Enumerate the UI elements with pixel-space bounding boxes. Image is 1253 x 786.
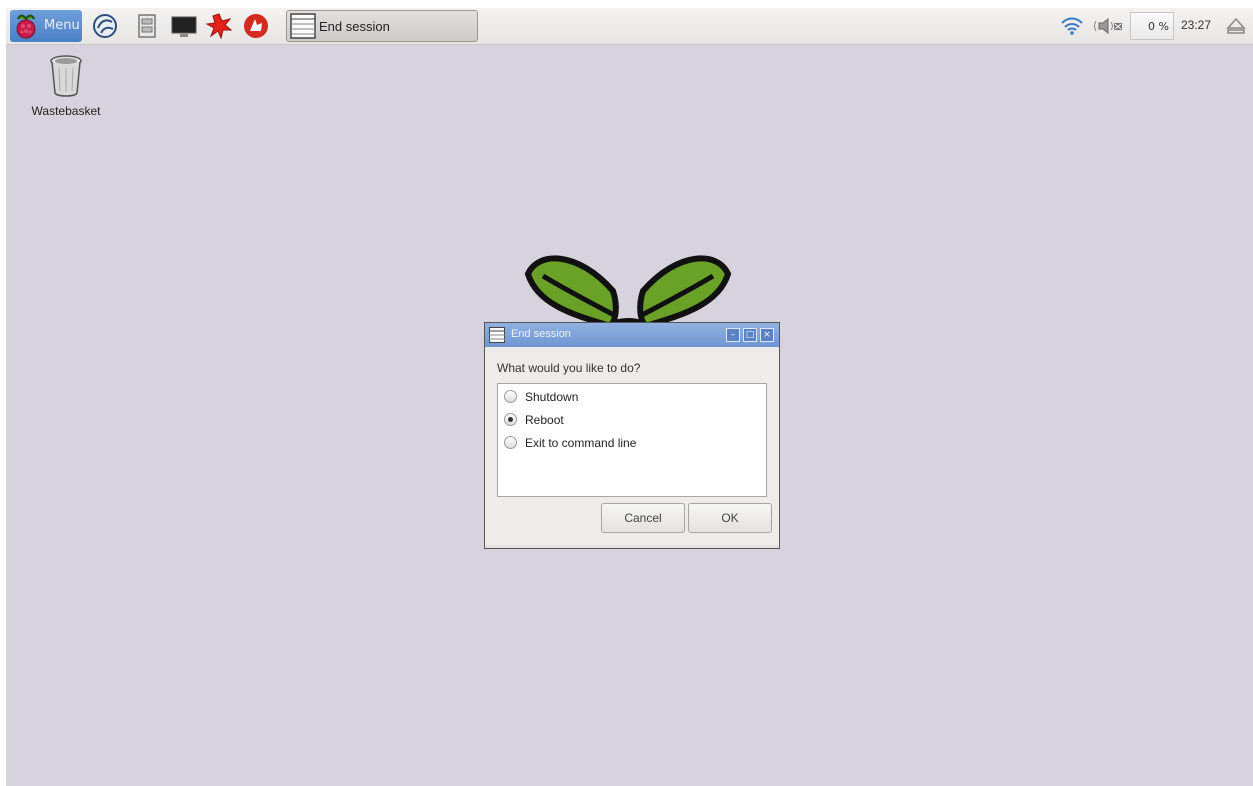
menu-label: Menu — [44, 18, 80, 33]
wastebasket-label: Wastebasket — [31, 104, 101, 118]
reboot-radio[interactable] — [504, 413, 517, 426]
task-button-label: End session — [319, 19, 390, 34]
minimize-icon[interactable]: – — [726, 328, 740, 342]
end-session-dialog: End session – □ × What would you like to… — [484, 322, 780, 547]
menu-button[interactable]: Menu — [10, 10, 82, 42]
eject-icon[interactable] — [1226, 17, 1246, 35]
window-icon — [489, 327, 505, 343]
file-manager-icon[interactable] — [134, 13, 160, 39]
web-browser-icon[interactable] — [92, 13, 118, 39]
clock[interactable]: 23:27 — [1181, 18, 1211, 32]
exit-command-line-label: Exit to command line — [525, 436, 637, 450]
maximize-icon[interactable]: □ — [743, 328, 757, 342]
close-icon[interactable]: × — [760, 328, 774, 342]
window-list-icon — [290, 13, 316, 39]
terminal-icon[interactable] — [171, 13, 197, 39]
ok-button[interactable]: OK — [688, 503, 772, 533]
options-list: Shutdown Reboot Exit to command line — [497, 383, 767, 497]
desktop: Menu End session 0 % 23:27 Wastebasket E… — [6, 8, 1253, 786]
wastebasket-desktop-icon[interactable]: Wastebasket — [24, 54, 108, 124]
cpu-usage-monitor: 0 % — [1130, 12, 1174, 40]
cpu-usage-value: 0 % — [1148, 20, 1169, 33]
wifi-icon[interactable] — [1060, 16, 1084, 36]
wolfram-icon[interactable] — [243, 13, 269, 39]
reboot-label: Reboot — [525, 413, 564, 427]
task-button-end-session[interactable]: End session — [286, 10, 478, 42]
volume-icon[interactable] — [1094, 16, 1124, 36]
dialog-title: End session — [511, 328, 571, 340]
dialog-bottom-edge — [484, 545, 780, 549]
exit-command-line-radio[interactable] — [504, 436, 517, 449]
shutdown-radio[interactable] — [504, 390, 517, 403]
dialog-titlebar[interactable]: End session – □ × — [485, 323, 779, 347]
raspberry-pi-icon — [16, 14, 36, 39]
mathematica-icon[interactable] — [206, 13, 232, 39]
wastebasket-icon — [50, 55, 82, 97]
shutdown-label: Shutdown — [525, 390, 579, 404]
taskbar: Menu End session 0 % 23:27 — [6, 8, 1253, 45]
cancel-button[interactable]: Cancel — [601, 503, 685, 533]
dialog-question: What would you like to do? — [497, 361, 641, 375]
